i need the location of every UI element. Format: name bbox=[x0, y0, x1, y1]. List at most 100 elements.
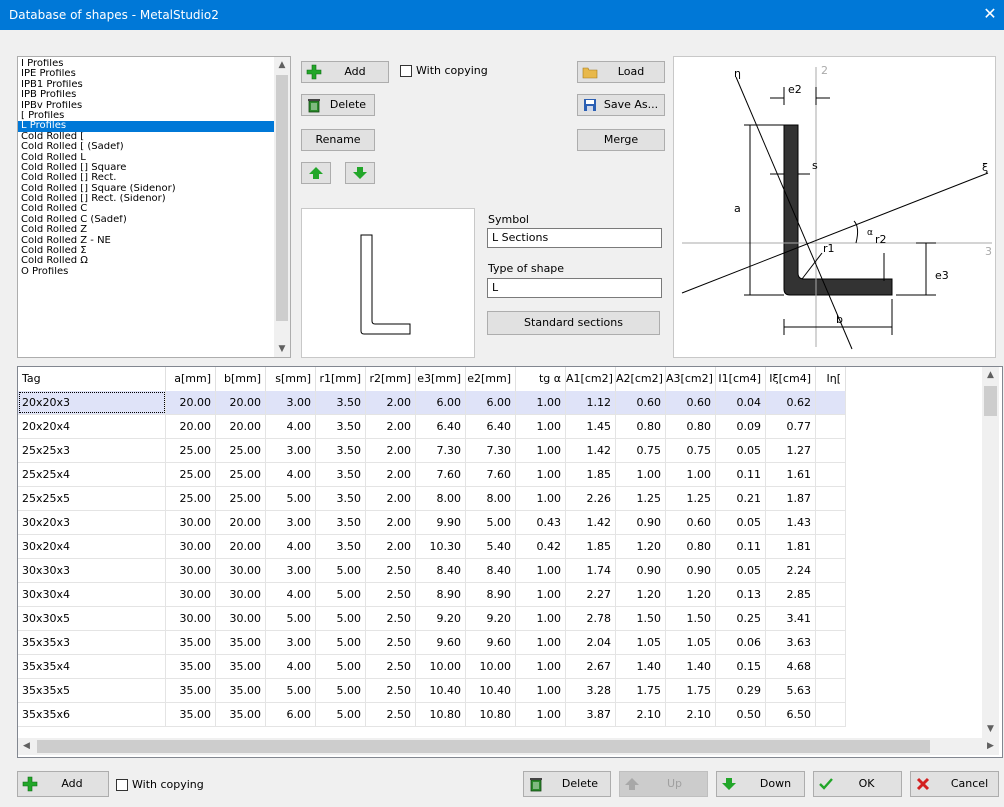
table-cell[interactable]: 2.50 bbox=[366, 631, 416, 654]
table-cell[interactable]: 1.40 bbox=[616, 655, 666, 678]
table-cell[interactable]: 2.50 bbox=[366, 607, 416, 630]
table-cell[interactable]: 6.40 bbox=[416, 415, 466, 438]
profile-list-item[interactable]: Cold Rolled [ (Sadef) bbox=[18, 142, 274, 152]
table-cell[interactable]: 0.11 bbox=[716, 535, 766, 558]
table-vertical-scrollbar[interactable]: ▲ ▼ bbox=[982, 367, 999, 738]
table-cell[interactable]: 0.90 bbox=[616, 511, 666, 534]
table-cell[interactable]: 0.05 bbox=[716, 559, 766, 582]
profile-list-item[interactable]: Cold Rolled Ω bbox=[18, 256, 274, 266]
table-cell[interactable]: 1.05 bbox=[666, 631, 716, 654]
table-horizontal-scrollbar[interactable]: ◀ ▶ bbox=[18, 738, 999, 755]
table-cell[interactable]: 2.26 bbox=[566, 487, 616, 510]
delete-section-button[interactable]: Delete bbox=[523, 771, 611, 797]
table-cell[interactable]: 1.20 bbox=[616, 583, 666, 606]
table-cell[interactable]: 0.80 bbox=[616, 415, 666, 438]
table-cell[interactable]: 20.00 bbox=[216, 511, 266, 534]
table-cell[interactable]: 8.40 bbox=[416, 559, 466, 582]
table-cell[interactable]: 30.00 bbox=[166, 583, 216, 606]
profile-list-item[interactable]: IPBv Profiles bbox=[18, 101, 274, 111]
table-row[interactable]: 25x25x4 25.00 25.00 4.00 3.50 2.00 7.60 7.60 1.0… bbox=[18, 463, 846, 487]
profile-list-item[interactable]: O Profiles bbox=[18, 267, 274, 277]
table-row[interactable]: 35x35x3 35.00 35.00 3.00 5.00 2.50 9.60 9.60 1.0… bbox=[18, 631, 846, 655]
table-cell[interactable]: 35.00 bbox=[216, 679, 266, 702]
move-down-button[interactable] bbox=[345, 162, 375, 184]
table-cell[interactable]: 1.05 bbox=[616, 631, 666, 654]
table-cell[interactable]: 5.00 bbox=[316, 679, 366, 702]
scroll-left-icon[interactable]: ◀ bbox=[18, 738, 35, 755]
column-header[interactable]: r1[mm] bbox=[316, 367, 366, 391]
table-cell[interactable]: 1.00 bbox=[616, 463, 666, 486]
table-cell[interactable]: 3.50 bbox=[316, 463, 366, 486]
table-cell[interactable]: 5.00 bbox=[466, 511, 516, 534]
table-scroll-thumb[interactable] bbox=[984, 386, 997, 416]
table-cell[interactable]: 7.60 bbox=[416, 463, 466, 486]
table-cell[interactable]: 1.00 bbox=[516, 607, 566, 630]
table-cell[interactable]: 2.67 bbox=[566, 655, 616, 678]
table-cell[interactable]: 5.00 bbox=[316, 607, 366, 630]
table-cell[interactable]: 5.00 bbox=[316, 583, 366, 606]
close-icon[interactable]: ✕ bbox=[980, 4, 1000, 24]
table-cell[interactable]: 4.00 bbox=[266, 463, 316, 486]
table-cell[interactable]: 0.05 bbox=[716, 511, 766, 534]
table-row[interactable]: 35x35x5 35.00 35.00 5.00 5.00 2.50 10.40 10.40 1… bbox=[18, 679, 846, 703]
table-cell[interactable]: 9.20 bbox=[466, 607, 516, 630]
table-cell[interactable]: 10.40 bbox=[466, 679, 516, 702]
table-cell[interactable]: 5.00 bbox=[316, 703, 366, 726]
table-cell[interactable]: 5.00 bbox=[266, 679, 316, 702]
add-profile-group-button[interactable]: Add bbox=[301, 61, 389, 83]
table-cell[interactable]: 1.00 bbox=[516, 439, 566, 462]
profile-list-item[interactable]: Cold Rolled [] Square (Sidenor) bbox=[18, 184, 274, 194]
table-cell[interactable]: 30.00 bbox=[166, 511, 216, 534]
cancel-button[interactable]: Cancel bbox=[910, 771, 999, 797]
table-cell[interactable]: 3.50 bbox=[316, 439, 366, 462]
table-cell[interactable]: 2.10 bbox=[666, 703, 716, 726]
table-cell[interactable]: 0.77 bbox=[766, 415, 816, 438]
table-cell[interactable]: 3.63 bbox=[766, 631, 816, 654]
tag-cell[interactable]: 35x35x6 bbox=[18, 703, 166, 726]
table-cell[interactable]: 8.00 bbox=[416, 487, 466, 510]
table-cell[interactable]: 25.00 bbox=[216, 439, 266, 462]
profile-list-item[interactable]: Cold Rolled [] Rect. (Sidenor) bbox=[18, 194, 274, 204]
table-cell[interactable]: 1.85 bbox=[566, 463, 616, 486]
tag-cell[interactable]: 30x20x3 bbox=[18, 511, 166, 534]
table-cell[interactable]: 2.10 bbox=[616, 703, 666, 726]
table-cell[interactable]: 1.61 bbox=[766, 463, 816, 486]
table-cell[interactable]: 20.00 bbox=[216, 415, 266, 438]
table-cell[interactable] bbox=[816, 511, 846, 534]
profile-list-item[interactable]: Cold Rolled [] Rect. bbox=[18, 173, 274, 183]
table-cell[interactable]: 4.68 bbox=[766, 655, 816, 678]
profile-list-item[interactable]: Cold Rolled Σ bbox=[18, 246, 274, 256]
table-cell[interactable]: 30.00 bbox=[216, 559, 266, 582]
table-cell[interactable]: 0.09 bbox=[716, 415, 766, 438]
table-cell[interactable]: 10.30 bbox=[416, 535, 466, 558]
table-cell[interactable]: 4.00 bbox=[266, 655, 316, 678]
column-header[interactable]: b[mm] bbox=[216, 367, 266, 391]
table-cell[interactable] bbox=[816, 703, 846, 726]
up-button[interactable]: Up bbox=[619, 771, 708, 797]
table-cell[interactable]: 1.00 bbox=[516, 559, 566, 582]
table-cell[interactable]: 1.00 bbox=[516, 463, 566, 486]
scroll-down-icon[interactable]: ▼ bbox=[274, 341, 290, 357]
table-cell[interactable]: 30.00 bbox=[166, 535, 216, 558]
profile-listbox[interactable]: I Profiles IPE Profiles IPB1 Profiles IPB P… bbox=[17, 56, 291, 358]
profile-list-item[interactable]: IPB Profiles bbox=[18, 90, 274, 100]
table-cell[interactable]: 8.90 bbox=[466, 583, 516, 606]
table-cell[interactable]: 3.41 bbox=[766, 607, 816, 630]
table-cell[interactable]: 0.75 bbox=[616, 439, 666, 462]
table-cell[interactable] bbox=[816, 631, 846, 654]
table-cell[interactable]: 7.30 bbox=[416, 439, 466, 462]
profile-list-item[interactable]: IPB1 Profiles bbox=[18, 80, 274, 90]
table-cell[interactable]: 35.00 bbox=[166, 679, 216, 702]
table-cell[interactable]: 0.05 bbox=[716, 439, 766, 462]
table-cell[interactable]: 0.60 bbox=[616, 391, 666, 414]
table-cell[interactable]: 2.50 bbox=[366, 655, 416, 678]
table-cell[interactable]: 2.24 bbox=[766, 559, 816, 582]
table-cell[interactable]: 4.00 bbox=[266, 583, 316, 606]
profile-list-item[interactable]: Cold Rolled C (Sadef) bbox=[18, 215, 274, 225]
merge-button[interactable]: Merge bbox=[577, 129, 665, 151]
table-cell[interactable]: 1.40 bbox=[666, 655, 716, 678]
column-header[interactable]: A2[cm2] bbox=[616, 367, 666, 391]
column-header[interactable]: A3[cm2] bbox=[666, 367, 716, 391]
table-row[interactable]: 20x20x4 20.00 20.00 4.00 3.50 2.00 6.40 6.40 1.0… bbox=[18, 415, 846, 439]
table-cell[interactable]: 7.60 bbox=[466, 463, 516, 486]
